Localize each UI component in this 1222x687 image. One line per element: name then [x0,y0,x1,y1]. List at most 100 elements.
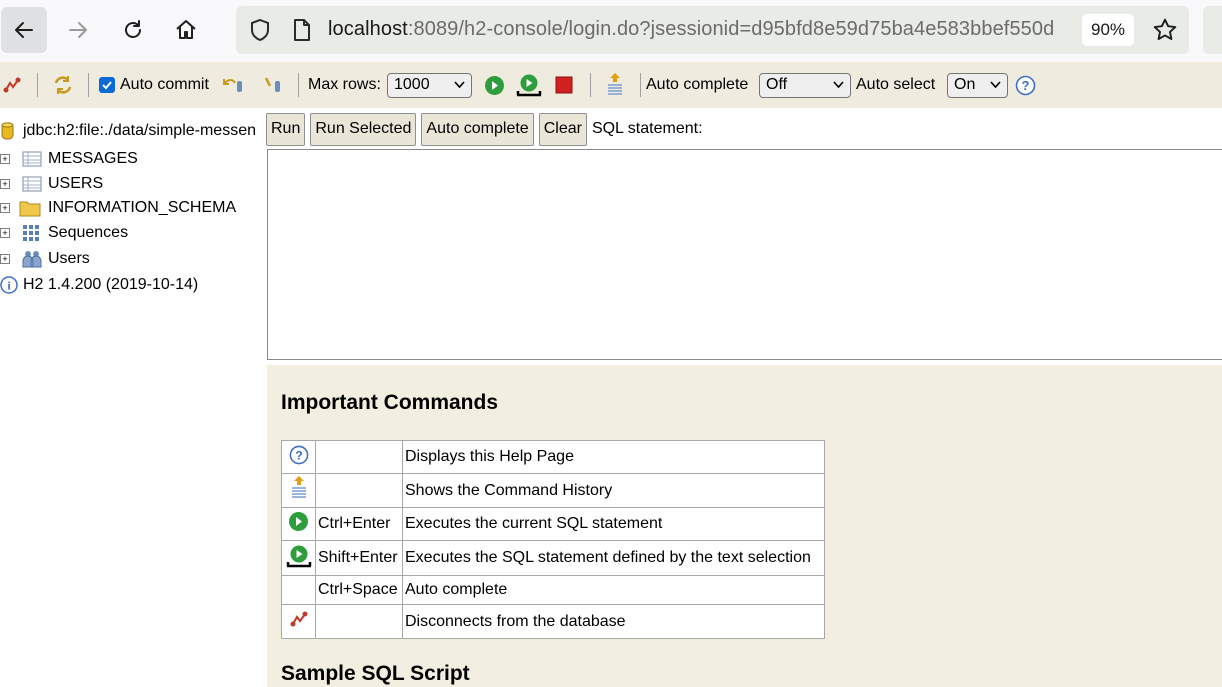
table-icon [22,176,42,192]
extension-area[interactable] [1203,6,1222,54]
run-selected-button-toolbar[interactable] [516,62,542,108]
home-button[interactable] [163,7,209,53]
expand-icon[interactable]: + [0,254,10,264]
page-icon[interactable] [292,18,312,42]
auto-complete-value: Off [766,76,788,93]
run-selected-icon [516,74,542,97]
forward-button[interactable] [55,7,101,53]
auto-select-label: Auto select [856,76,936,93]
run-button-toolbar[interactable] [484,62,505,108]
sql-button-bar: Run Run Selected Auto complete Clear SQL… [266,108,1222,150]
help-button[interactable]: ? [1015,62,1036,108]
folder-icon [19,201,41,217]
database-icon [1,122,14,140]
table-row: Shift+Enter Executes the SQL statement d… [281,540,825,576]
version-label: H2 1.4.200 (2019-10-14) [23,276,199,293]
table-row: Disconnects from the database [281,604,825,639]
auto-select-value: On [954,76,976,93]
run-icon [485,75,504,95]
checkbox-checked-icon[interactable] [99,77,115,93]
table-row: Ctrl+Enter Executes the current SQL stat… [281,507,825,541]
command-desc: Shows the Command History [402,473,825,508]
auto-commit-checkbox[interactable]: Auto commit [99,62,209,108]
chevron-down-icon [454,81,465,89]
reload-button[interactable] [110,7,156,53]
tree-item-label: Users [48,250,90,267]
table-row: ? Displays this Help Page [281,440,825,474]
stop-icon [555,76,573,94]
expand-icon[interactable]: + [0,154,10,164]
browser-chrome: localhost:8089/h2-console/login.do?jsess… [0,0,1222,62]
shield-icon[interactable] [249,18,271,42]
auto-complete-button[interactable]: Auto complete [421,112,534,146]
max-rows-label: Max rows: [308,76,381,93]
table-row: Shows the Command History [281,473,825,508]
sample-sql-heading: Sample SQL Script [281,662,470,685]
reload-icon [125,20,141,38]
back-arrow-icon [15,22,33,38]
sql-editor[interactable] [267,149,1222,360]
rollback-icon [223,79,242,92]
auto-select-select[interactable]: On [947,72,1008,98]
auto-commit-label: Auto commit [120,76,209,93]
run-icon [289,512,308,531]
command-desc: Executes the SQL statement defined by th… [402,540,825,576]
commit-button[interactable] [263,62,285,108]
disconnect-icon [3,77,21,93]
commit-icon [264,77,280,92]
help-panel: Important Commands ? Displays this Help … [267,365,1222,687]
refresh-button[interactable] [52,62,74,108]
sql-statement-label: SQL statement: [591,120,703,137]
auto-complete-select[interactable]: Off [759,72,851,98]
clear-button[interactable]: Clear [538,112,587,146]
h2-toolbar: Auto commit Max rows: 1000 Auto complete… [0,62,1222,108]
info-icon: i [0,276,18,294]
tree-item-label: Sequences [48,224,129,241]
history-icon [608,73,622,95]
max-rows-value: 1000 [394,76,430,93]
history-button[interactable] [605,62,625,108]
command-key [315,440,403,474]
tree-item-label: INFORMATION_SCHEMA [48,199,237,216]
expand-icon[interactable]: + [0,228,10,238]
command-desc: Auto complete [402,575,825,605]
command-key [315,473,403,508]
command-desc: Executes the current SQL statement [402,507,825,541]
home-icon [176,20,196,39]
stop-button[interactable] [555,62,573,108]
run-button[interactable]: Run [266,112,306,146]
url-text[interactable]: localhost:8089/h2-console/login.do?jsess… [328,18,1073,41]
max-rows-select[interactable]: 1000 [387,72,472,98]
expand-icon[interactable]: + [0,203,10,213]
svg-text:?: ? [1022,78,1030,93]
command-key: Shift+Enter [315,540,403,576]
rollback-button[interactable] [222,62,246,108]
commands-table: ? Displays this Help Page Shows the Comm… [281,440,825,639]
command-key [315,604,403,639]
important-commands-heading: Important Commands [281,391,499,414]
svg-text:?: ? [295,448,303,462]
run-selected-button[interactable]: Run Selected [310,112,417,146]
zoom-level-badge[interactable]: 90% [1082,14,1134,46]
command-key: Ctrl+Space [315,575,403,605]
command-desc: Displays this Help Page [402,440,825,474]
disconnect-icon [290,611,307,627]
forward-arrow-icon [69,22,87,38]
help-icon: ? [289,445,308,464]
table-row: Ctrl+Space Auto complete [281,575,825,605]
command-desc: Disconnects from the database [402,604,825,639]
expand-icon[interactable]: + [0,179,10,189]
help-icon: ? [1015,75,1036,95]
sequence-icon [23,225,39,241]
command-key: Ctrl+Enter [315,507,403,541]
refresh-icon [54,76,72,94]
url-bar[interactable]: localhost:8089/h2-console/login.do?jsess… [236,6,1189,54]
back-button[interactable] [1,7,47,53]
bookmark-star-icon[interactable] [1152,17,1178,43]
object-tree: jdbc:h2:file:./data/simple-messen + MESS… [0,108,266,687]
table-icon [22,151,42,167]
connection-label: jdbc:h2:file:./data/simple-messen [23,122,256,139]
run-selected-icon [286,545,311,567]
users-icon [22,251,42,268]
disconnect-button[interactable] [2,62,22,108]
